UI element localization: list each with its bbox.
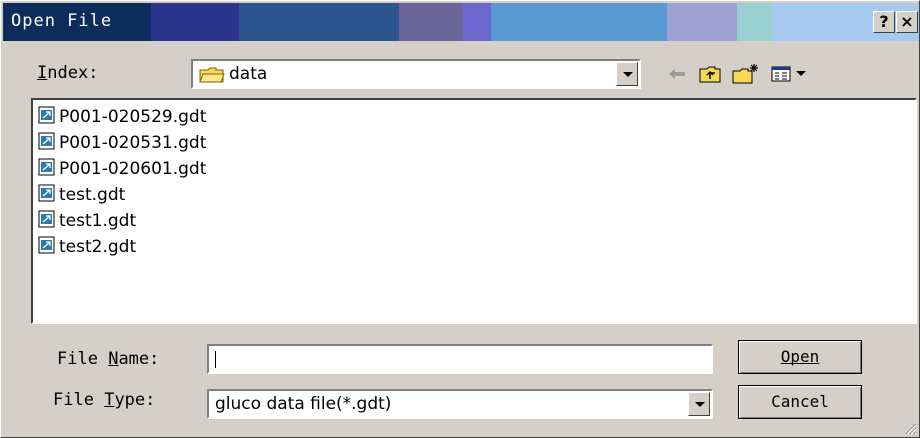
index-value: data: [229, 64, 268, 84]
cancel-button[interactable]: Cancel: [738, 385, 862, 419]
file-name: test.gdt: [59, 185, 126, 205]
file-name: P001-020531.gdt: [59, 133, 207, 153]
file-icon: [38, 210, 56, 232]
open-button-label: Open: [780, 347, 820, 366]
back-icon[interactable]: [665, 61, 689, 87]
file-name-label: File Name:: [57, 349, 160, 369]
folder-icon: [199, 66, 225, 88]
help-button[interactable]: ?: [873, 11, 895, 33]
chevron-down-icon: [695, 402, 705, 407]
file-type-dropdown[interactable]: gluco data file(*.gdt): [207, 389, 713, 419]
up-folder-icon[interactable]: [697, 61, 723, 87]
index-label: Index:: [37, 63, 99, 83]
file-name: test1.gdt: [59, 211, 137, 231]
list-item[interactable]: test1.gdt: [38, 209, 136, 233]
chevron-down-icon: [623, 72, 633, 77]
file-icon: [38, 158, 56, 180]
close-button[interactable]: ×: [896, 11, 918, 33]
list-item[interactable]: P001-020529.gdt: [38, 105, 206, 129]
resize-grip-icon[interactable]: [903, 421, 917, 435]
open-file-dialog: Open File ? × Index: data P001-020529.gd…: [0, 0, 920, 438]
file-name: P001-020601.gdt: [59, 159, 207, 179]
file-name: test2.gdt: [59, 237, 137, 257]
file-list[interactable]: P001-020529.gdt P001-020531.gdt P001-020…: [31, 98, 917, 324]
index-dropdown-button[interactable]: [616, 62, 638, 86]
list-item[interactable]: test.gdt: [38, 183, 125, 207]
list-item[interactable]: test2.gdt: [38, 235, 136, 259]
text-caret: [215, 351, 216, 368]
view-menu-icon[interactable]: [769, 61, 813, 87]
file-type-dropdown-button[interactable]: [688, 392, 710, 416]
list-item[interactable]: P001-020531.gdt: [38, 131, 206, 155]
cancel-button-label: Cancel: [771, 392, 829, 411]
file-name: P001-020529.gdt: [59, 107, 207, 127]
list-item[interactable]: P001-020601.gdt: [38, 157, 206, 181]
file-icon: [38, 184, 56, 206]
file-type-value: gluco data file(*.gdt): [215, 394, 392, 414]
file-icon: [38, 236, 56, 258]
index-dropdown[interactable]: data: [191, 59, 641, 89]
open-button[interactable]: Open: [738, 340, 862, 374]
title-bar[interactable]: [3, 3, 919, 41]
window-title: Open File: [11, 11, 113, 31]
new-folder-icon[interactable]: [731, 61, 761, 87]
file-type-label: File Type:: [53, 390, 156, 410]
file-icon: [38, 132, 56, 154]
file-icon: [38, 106, 56, 128]
file-name-input[interactable]: [207, 344, 713, 374]
